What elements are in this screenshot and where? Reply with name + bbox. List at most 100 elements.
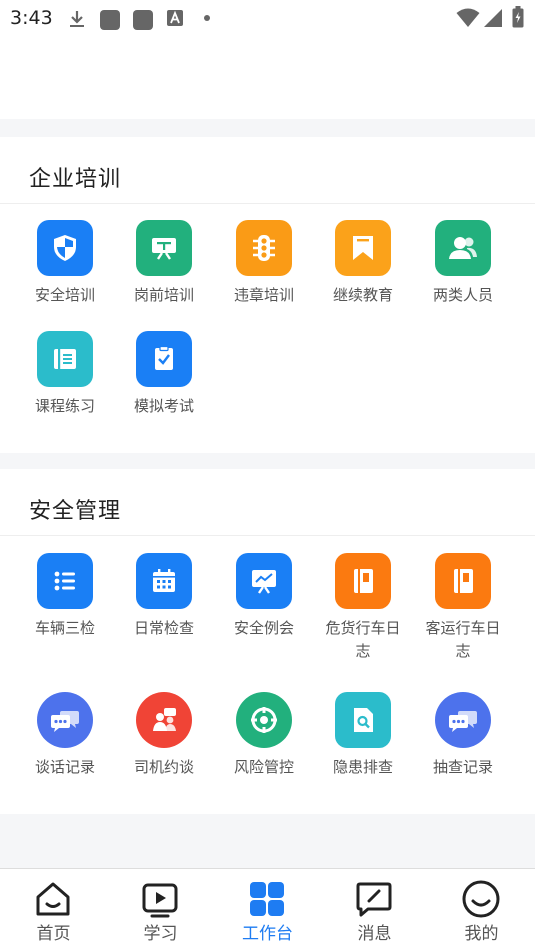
item-label: 抽查记录 (432, 758, 493, 776)
nav-item-messages[interactable]: 消息 (321, 869, 428, 952)
section-enterprise-training: 企业培训 安全培训 岗前培训 违章培训 继续教育 两类人员 课程练习 模拟考试 (0, 137, 535, 453)
tile (435, 553, 491, 609)
grid-item-two-types-personnel[interactable]: 两类人员 (413, 220, 513, 307)
calendar-icon (153, 569, 175, 592)
grid-item-violation-training[interactable]: 违章培训 (214, 220, 314, 307)
presentation-icon (152, 238, 176, 260)
item-label: 课程练习 (34, 397, 95, 415)
tile (236, 553, 292, 609)
status-bar: 3:43 (0, 0, 535, 36)
grid-item-mock-exam[interactable]: 模拟考试 (114, 331, 214, 418)
grid-item-vehicle-inspection[interactable]: 车辆三检 (15, 553, 115, 640)
section-safety-management: 安全管理 车辆三检 日常检查 安全例会 危货行车日志 客运行车日志 谈话记录 司… (0, 469, 535, 814)
logbook-icon (454, 569, 473, 593)
grid-item-hazard-investigation[interactable]: 隐患排查 (313, 692, 413, 779)
nav-label: 消息 (357, 924, 392, 944)
traffic-light-icon (253, 235, 275, 261)
grid-item-daily-check[interactable]: 日常检查 (114, 553, 214, 640)
tile (136, 331, 192, 387)
dot-icon (204, 15, 210, 21)
meeting-board-icon (252, 570, 276, 594)
nav-item-workbench[interactable]: 工作台 (214, 869, 321, 952)
shield-icon (54, 235, 76, 261)
tile (37, 220, 93, 276)
grid-item-spot-check-record[interactable]: 抽查记录 (413, 692, 513, 779)
grid-item-continuing-education[interactable]: 继续教育 (313, 220, 413, 307)
item-label: 隐患排查 (332, 758, 393, 776)
item-label: 危货行车日志 (325, 619, 401, 660)
download-icon (70, 11, 84, 27)
tile (136, 220, 192, 276)
search-doc-icon (354, 708, 373, 732)
battery-icon (512, 6, 524, 28)
play-icon (142, 883, 178, 918)
item-label: 风险管控 (233, 758, 294, 776)
header-blank (0, 36, 535, 119)
item-label: 违章培训 (233, 286, 294, 304)
nav-label: 首页 (36, 924, 71, 944)
workbench-icon (250, 882, 284, 916)
exam-icon (155, 345, 173, 370)
people-icon (449, 237, 477, 259)
item-label: 继续教育 (332, 286, 393, 304)
item-label: 两类人员 (432, 286, 493, 304)
app-notification-icon (133, 10, 153, 30)
signal-icon (484, 9, 502, 27)
nav-item-study[interactable]: 学习 (107, 869, 214, 952)
message-icon (356, 882, 392, 917)
bookmark-icon (353, 236, 373, 260)
tile (335, 553, 391, 609)
status-time: 3:43 (10, 7, 53, 29)
grid-item-course-practice[interactable]: 课程练习 (15, 331, 115, 418)
tile (236, 220, 292, 276)
grid-item-safety-meeting[interactable]: 安全例会 (214, 553, 314, 640)
grid-item-risk-control[interactable]: 风险管控 (214, 692, 314, 779)
tile (37, 331, 93, 387)
tile (37, 553, 93, 609)
item-label: 司机约谈 (133, 758, 194, 776)
item-label: 岗前培训 (133, 286, 194, 304)
wifi-icon (456, 8, 480, 27)
keyboard-a-icon (167, 10, 183, 26)
item-label: 车辆三检 (34, 619, 95, 637)
item-label: 客运行车日志 (425, 619, 501, 660)
item-label: 安全例会 (233, 619, 294, 637)
grid-item-driver-interview[interactable]: 司机约谈 (114, 692, 214, 779)
item-label: 模拟考试 (133, 397, 194, 415)
app-notification-icon (100, 10, 120, 30)
nav-item-home[interactable]: 首页 (0, 869, 107, 952)
tile (335, 692, 391, 748)
chat-icon (449, 711, 477, 732)
grid-item-safety-training[interactable]: 安全培训 (15, 220, 115, 307)
section-title: 安全管理 (29, 499, 122, 524)
tile (435, 692, 491, 748)
tile (435, 220, 491, 276)
grid-item-conversation-record[interactable]: 谈话记录 (15, 692, 115, 779)
tile (335, 220, 391, 276)
nav-label: 工作台 (242, 924, 293, 944)
home-icon (36, 882, 70, 916)
divider (0, 203, 535, 204)
divider (0, 535, 535, 536)
grid-item-pre-job-training[interactable]: 岗前培训 (114, 220, 214, 307)
nav-label: 我的 (464, 924, 499, 944)
chat-icon (51, 711, 79, 732)
item-label: 谈话记录 (34, 758, 95, 776)
tile (236, 692, 292, 748)
logbook-icon (354, 569, 373, 593)
grid-item-passenger-transport-log[interactable]: 客运行车日志 (413, 553, 513, 663)
tile (136, 553, 192, 609)
smile-icon (462, 880, 500, 918)
interview-icon (153, 708, 176, 731)
tile (37, 692, 93, 748)
nav-label: 学习 (143, 924, 178, 944)
section-title: 企业培训 (29, 167, 122, 192)
target-icon (251, 707, 277, 733)
bottom-nav: 首页 学习 工作台 消息 我的 (0, 868, 535, 952)
nav-item-profile[interactable]: 我的 (428, 869, 535, 952)
notebook-icon (54, 349, 76, 369)
grid-item-dangerous-goods-log[interactable]: 危货行车日志 (313, 553, 413, 663)
item-label: 日常检查 (133, 619, 194, 637)
item-label: 安全培训 (34, 286, 95, 304)
tile (136, 692, 192, 748)
